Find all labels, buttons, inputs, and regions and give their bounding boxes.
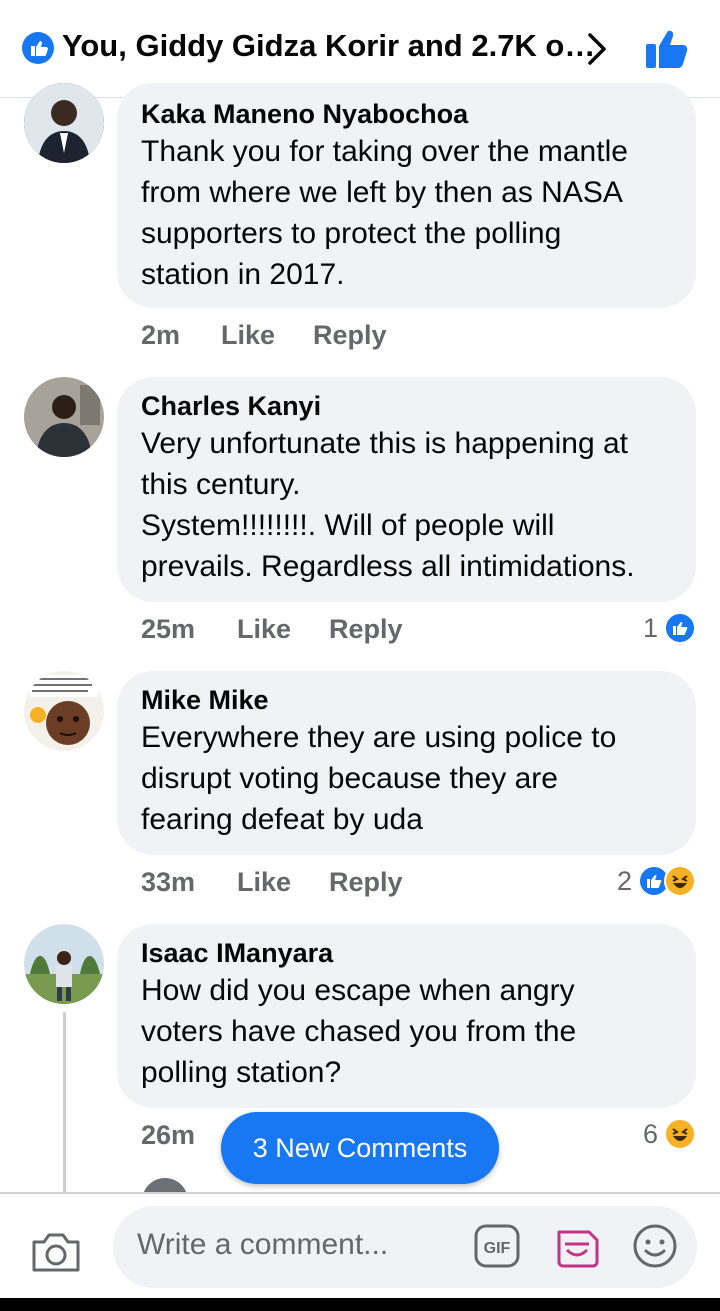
- comment-text: Everywhere they are using police to disr…: [141, 721, 617, 836]
- comment-time: 25m: [141, 614, 196, 644]
- comment-author[interactable]: Isaac IManyara: [141, 936, 672, 970]
- comment-bubble[interactable]: Kaka Maneno Nyabochoa Thank you for taki…: [117, 83, 696, 308]
- reaction-count: 2: [616, 865, 632, 896]
- comment-text: Thank you for taking over the mantle fro…: [141, 135, 628, 291]
- system-nav-bar: [0, 1298, 720, 1311]
- reactors-summary[interactable]: You, Giddy Gidza Korir and 2.7K o…: [62, 28, 595, 64]
- reaction-count: 6: [642, 1118, 658, 1149]
- camera-icon[interactable]: [30, 1228, 82, 1274]
- comment-time: 26m: [141, 1120, 196, 1150]
- comment-bubble[interactable]: Charles Kanyi Very unfortunate this is h…: [117, 377, 696, 602]
- avatar[interactable]: [24, 924, 104, 1004]
- sticker-icon[interactable]: [553, 1222, 601, 1270]
- reply-button[interactable]: Reply: [329, 614, 403, 645]
- like-button[interactable]: Like: [237, 614, 291, 645]
- like-badge-icon: [22, 32, 54, 64]
- reaction-summary[interactable]: 2: [617, 865, 696, 897]
- gif-icon[interactable]: GIF: [473, 1223, 521, 1269]
- like-button[interactable]: Like: [237, 867, 291, 898]
- comment-bubble[interactable]: Mike Mike Everywhere they are using poli…: [117, 671, 696, 855]
- emoji-icon[interactable]: [631, 1222, 679, 1270]
- reply-button[interactable]: Reply: [313, 320, 387, 351]
- comment-time: 2m: [141, 320, 181, 350]
- avatar[interactable]: [24, 671, 104, 751]
- comment-bubble[interactable]: Isaac IManyara How did you escape when a…: [117, 924, 696, 1108]
- chevron-right-icon[interactable]: [584, 30, 610, 68]
- like-reaction-icon: [664, 612, 696, 644]
- reaction-count: 1: [642, 612, 658, 643]
- comment-composer: Write a comment... GIF: [0, 1192, 720, 1311]
- reply-button[interactable]: Reply: [329, 867, 403, 898]
- haha-reaction-icon: [664, 865, 696, 897]
- comment-author[interactable]: Mike Mike: [141, 683, 672, 717]
- new-comments-button[interactable]: 3 New Comments: [221, 1112, 499, 1184]
- avatar[interactable]: [24, 377, 104, 457]
- comment-input[interactable]: Write a comment... GIF: [113, 1206, 697, 1288]
- reaction-summary[interactable]: 1: [643, 612, 696, 644]
- like-button[interactable]: Like: [221, 320, 275, 351]
- comment-author[interactable]: Kaka Maneno Nyabochoa: [141, 97, 672, 131]
- reply-thread-line: [63, 1012, 66, 1192]
- comment-text: Very unfortunate this is happening at th…: [141, 427, 635, 583]
- comment-author[interactable]: Charles Kanyi: [141, 389, 672, 423]
- comment-placeholder: Write a comment...: [137, 1228, 389, 1261]
- haha-reaction-icon: [664, 1118, 696, 1150]
- thumbs-up-icon[interactable]: [644, 26, 690, 70]
- comment-time: 33m: [141, 867, 196, 897]
- reaction-summary[interactable]: 6: [643, 1118, 696, 1150]
- comment-text: How did you escape when angry voters hav…: [141, 974, 577, 1089]
- svg-text:GIF: GIF: [484, 1240, 511, 1257]
- avatar[interactable]: [24, 83, 104, 163]
